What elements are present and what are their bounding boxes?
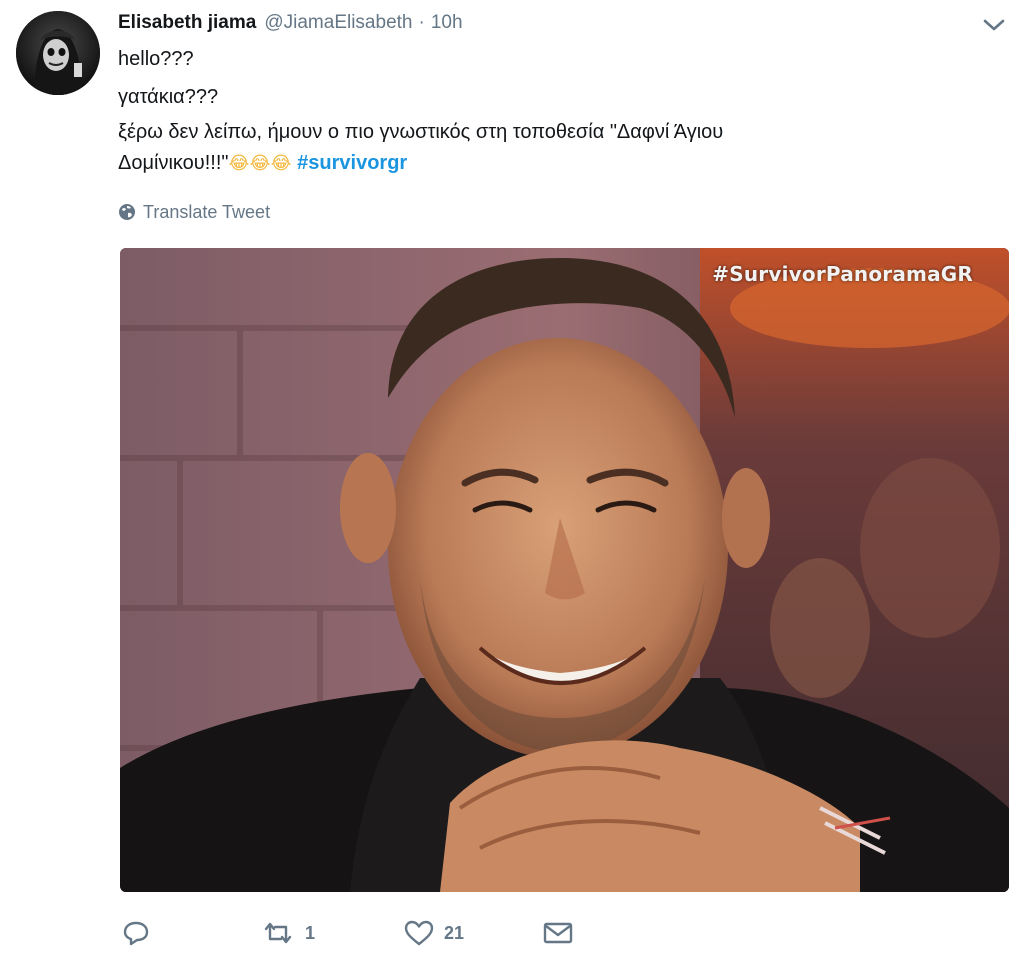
tweet-header: Elisabeth jiama @JiamaElisabeth · 10h xyxy=(118,12,463,38)
reply-button[interactable] xyxy=(122,915,160,951)
avatar[interactable] xyxy=(16,11,100,95)
reply-icon xyxy=(123,921,149,946)
tweet-text-line: hello??? xyxy=(118,48,194,70)
author-name[interactable]: Elisabeth jiama xyxy=(118,12,256,34)
tweet-text-fragment: Δομίνικου!!!" xyxy=(118,152,229,174)
tweet-text-line: Δομίνικου!!!"😂😂😂 #survivorgr xyxy=(118,148,407,179)
globe-icon xyxy=(119,204,135,220)
author-handle[interactable]: @JiamaElisabeth xyxy=(264,12,412,34)
translate-tweet-link[interactable]: Translate Tweet xyxy=(118,200,270,224)
direct-message-button[interactable] xyxy=(543,915,573,951)
retweet-count: 1 xyxy=(305,922,316,943)
laughing-emoji: 😂😂😂 xyxy=(228,153,292,174)
tweet-text-line: γατάκια??? xyxy=(118,86,219,108)
media-watermark: #SurvivorPanoramaGR xyxy=(712,262,973,286)
like-button[interactable]: 21 xyxy=(404,915,464,951)
like-count: 21 xyxy=(444,922,465,943)
hashtag-link[interactable]: #survivorgr xyxy=(297,152,407,174)
tweet-timestamp[interactable]: 10h xyxy=(431,12,463,34)
tweet-text-line: ξέρω δεν λείπω, ήμουν ο πιο γνωστικός στ… xyxy=(118,121,724,143)
media-photo xyxy=(120,248,1009,892)
translate-label: Translate Tweet xyxy=(143,201,271,222)
chevron-down-icon[interactable] xyxy=(983,18,1005,32)
retweet-button[interactable]: 1 xyxy=(261,915,315,951)
tweet-actions: 1 21 xyxy=(0,915,1024,951)
retweet-icon xyxy=(264,922,292,944)
tweet-media-image[interactable]: #SurvivorPanoramaGR xyxy=(120,248,1009,892)
heart-icon xyxy=(404,920,434,946)
envelope-icon xyxy=(543,922,573,944)
separator-dot: · xyxy=(418,12,425,33)
